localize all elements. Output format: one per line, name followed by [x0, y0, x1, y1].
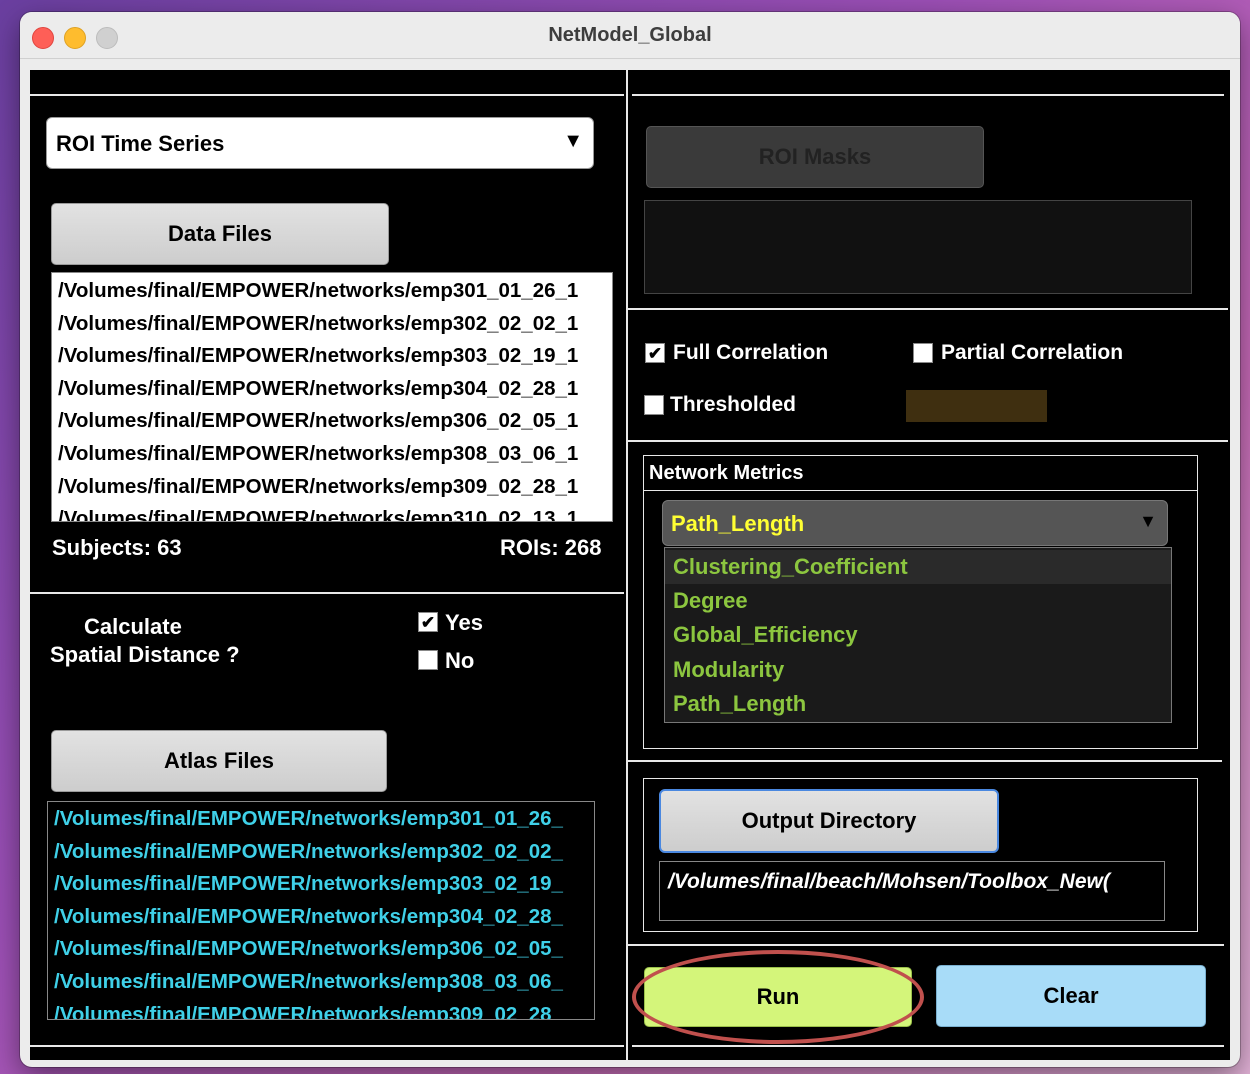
clear-button[interactable]: Clear — [936, 965, 1206, 1027]
data-type-selected: ROI Time Series — [56, 131, 225, 156]
data-file-item[interactable]: /Volumes/final/EMPOWER/networks/emp304_0… — [52, 373, 612, 406]
app-window: NetModel_Global ROI Time Series ▼ Data F… — [20, 12, 1240, 1067]
metric-dropdown[interactable]: Path_Length ▼ — [662, 500, 1168, 546]
atlas-file-item[interactable]: /Volumes/final/EMPOWER/networks/emp308_0… — [48, 966, 594, 999]
data-file-item[interactable]: /Volumes/final/EMPOWER/networks/emp310_0… — [52, 503, 612, 521]
data-file-item[interactable]: /Volumes/final/EMPOWER/networks/emp309_0… — [52, 471, 612, 504]
no-label: No — [445, 648, 475, 673]
clear-button-label: Clear — [1043, 983, 1099, 1008]
network-metrics-panel: Network Metrics Path_Length ▼ Clustering… — [643, 455, 1198, 749]
full-correlation-checkbox[interactable]: ✔ — [645, 343, 665, 363]
atlas-files-button[interactable]: Atlas Files — [51, 730, 387, 792]
window-title: NetModel_Global — [548, 24, 712, 46]
metric-option[interactable]: Path_Length — [665, 687, 1171, 721]
data-files-list[interactable]: /Volumes/final/EMPOWER/networks/emp301_0… — [51, 272, 613, 522]
run-highlight-ellipse — [632, 950, 924, 1044]
data-file-item[interactable]: /Volumes/final/EMPOWER/networks/emp308_0… — [52, 438, 612, 471]
divider — [632, 1045, 1224, 1047]
data-type-dropdown[interactable]: ROI Time Series ▼ — [46, 117, 594, 169]
spatial-distance-label-line2: Spatial Distance ? — [50, 642, 240, 667]
divider — [632, 94, 1224, 96]
chevron-down-icon: ▼ — [1139, 511, 1157, 531]
atlas-files-list[interactable]: /Volumes/final/EMPOWER/networks/emp301_0… — [47, 801, 595, 1020]
no-checkbox[interactable] — [418, 650, 438, 670]
output-directory-button[interactable]: Output Directory — [659, 789, 999, 853]
divider — [628, 440, 1228, 442]
atlas-file-item[interactable]: /Volumes/final/EMPOWER/networks/emp301_0… — [48, 803, 594, 836]
output-panel: Output Directory /Volumes/final/beach/Mo… — [643, 778, 1198, 932]
checkmark-icon: ✔ — [647, 343, 663, 363]
network-metrics-title: Network Metrics — [649, 462, 804, 484]
divider — [626, 70, 628, 1060]
atlas-file-item[interactable]: /Volumes/final/EMPOWER/networks/emp306_0… — [48, 933, 594, 966]
chevron-down-icon: ▼ — [563, 130, 583, 152]
atlas-file-item[interactable]: /Volumes/final/EMPOWER/networks/emp303_0… — [48, 868, 594, 901]
data-file-item[interactable]: /Volumes/final/EMPOWER/networks/emp302_0… — [52, 308, 612, 341]
output-path-field[interactable]: /Volumes/final/beach/Mohsen/Toolbox_New( — [659, 861, 1165, 921]
threshold-input[interactable] — [906, 390, 1047, 422]
metric-option[interactable]: Degree — [665, 584, 1171, 618]
metric-options-list[interactable]: Clustering_Coefficient Degree Global_Effic… — [664, 547, 1172, 723]
data-files-button[interactable]: Data Files — [51, 203, 389, 265]
thresholded-label: Thresholded — [670, 393, 797, 416]
partial-correlation-label: Partial Correlation — [941, 341, 1124, 364]
divider — [30, 94, 624, 96]
spatial-distance-label-line1: Calculate — [84, 614, 182, 639]
yes-checkbox[interactable]: ✔ — [418, 612, 438, 632]
subjects-count: Subjects: 63 — [52, 535, 182, 560]
divider — [628, 760, 1222, 762]
divider — [628, 308, 1228, 310]
metric-option[interactable]: Global_Efficiency — [665, 618, 1171, 652]
rois-count: ROIs: 268 — [500, 535, 602, 560]
partial-correlation-checkbox[interactable] — [913, 343, 933, 363]
yes-label: Yes — [445, 610, 483, 635]
atlas-file-item[interactable]: /Volumes/final/EMPOWER/networks/emp304_0… — [48, 901, 594, 934]
data-file-item[interactable]: /Volumes/final/EMPOWER/networks/emp306_0… — [52, 405, 612, 438]
atlas-file-item[interactable]: /Volumes/final/EMPOWER/networks/emp309_0… — [48, 999, 594, 1019]
main-panel: ROI Time Series ▼ Data Files /Volumes/fi… — [30, 70, 1230, 1060]
divider — [628, 944, 1224, 946]
metric-selected: Path_Length — [671, 511, 805, 536]
data-file-item[interactable]: /Volumes/final/EMPOWER/networks/emp301_0… — [52, 275, 612, 308]
checkmark-icon: ✔ — [420, 612, 436, 632]
metric-option[interactable]: Clustering_Coefficient — [665, 550, 1171, 585]
metric-option[interactable]: Modularity — [665, 653, 1171, 687]
output-path: /Volumes/final/beach/Mohsen/Toolbox_New( — [668, 870, 1110, 893]
divider — [30, 592, 624, 594]
roi-masks-button[interactable]: ROI Masks — [646, 126, 984, 188]
data-file-item[interactable]: /Volumes/final/EMPOWER/networks/emp303_0… — [52, 340, 612, 373]
thresholded-checkbox[interactable] — [644, 395, 664, 415]
roi-masks-field[interactable] — [644, 200, 1192, 294]
divider — [644, 490, 1197, 491]
atlas-file-item[interactable]: /Volumes/final/EMPOWER/networks/emp302_0… — [48, 836, 594, 869]
full-correlation-label: Full Correlation — [673, 341, 829, 364]
title-bar: NetModel_Global — [20, 12, 1240, 59]
divider — [30, 1045, 624, 1047]
